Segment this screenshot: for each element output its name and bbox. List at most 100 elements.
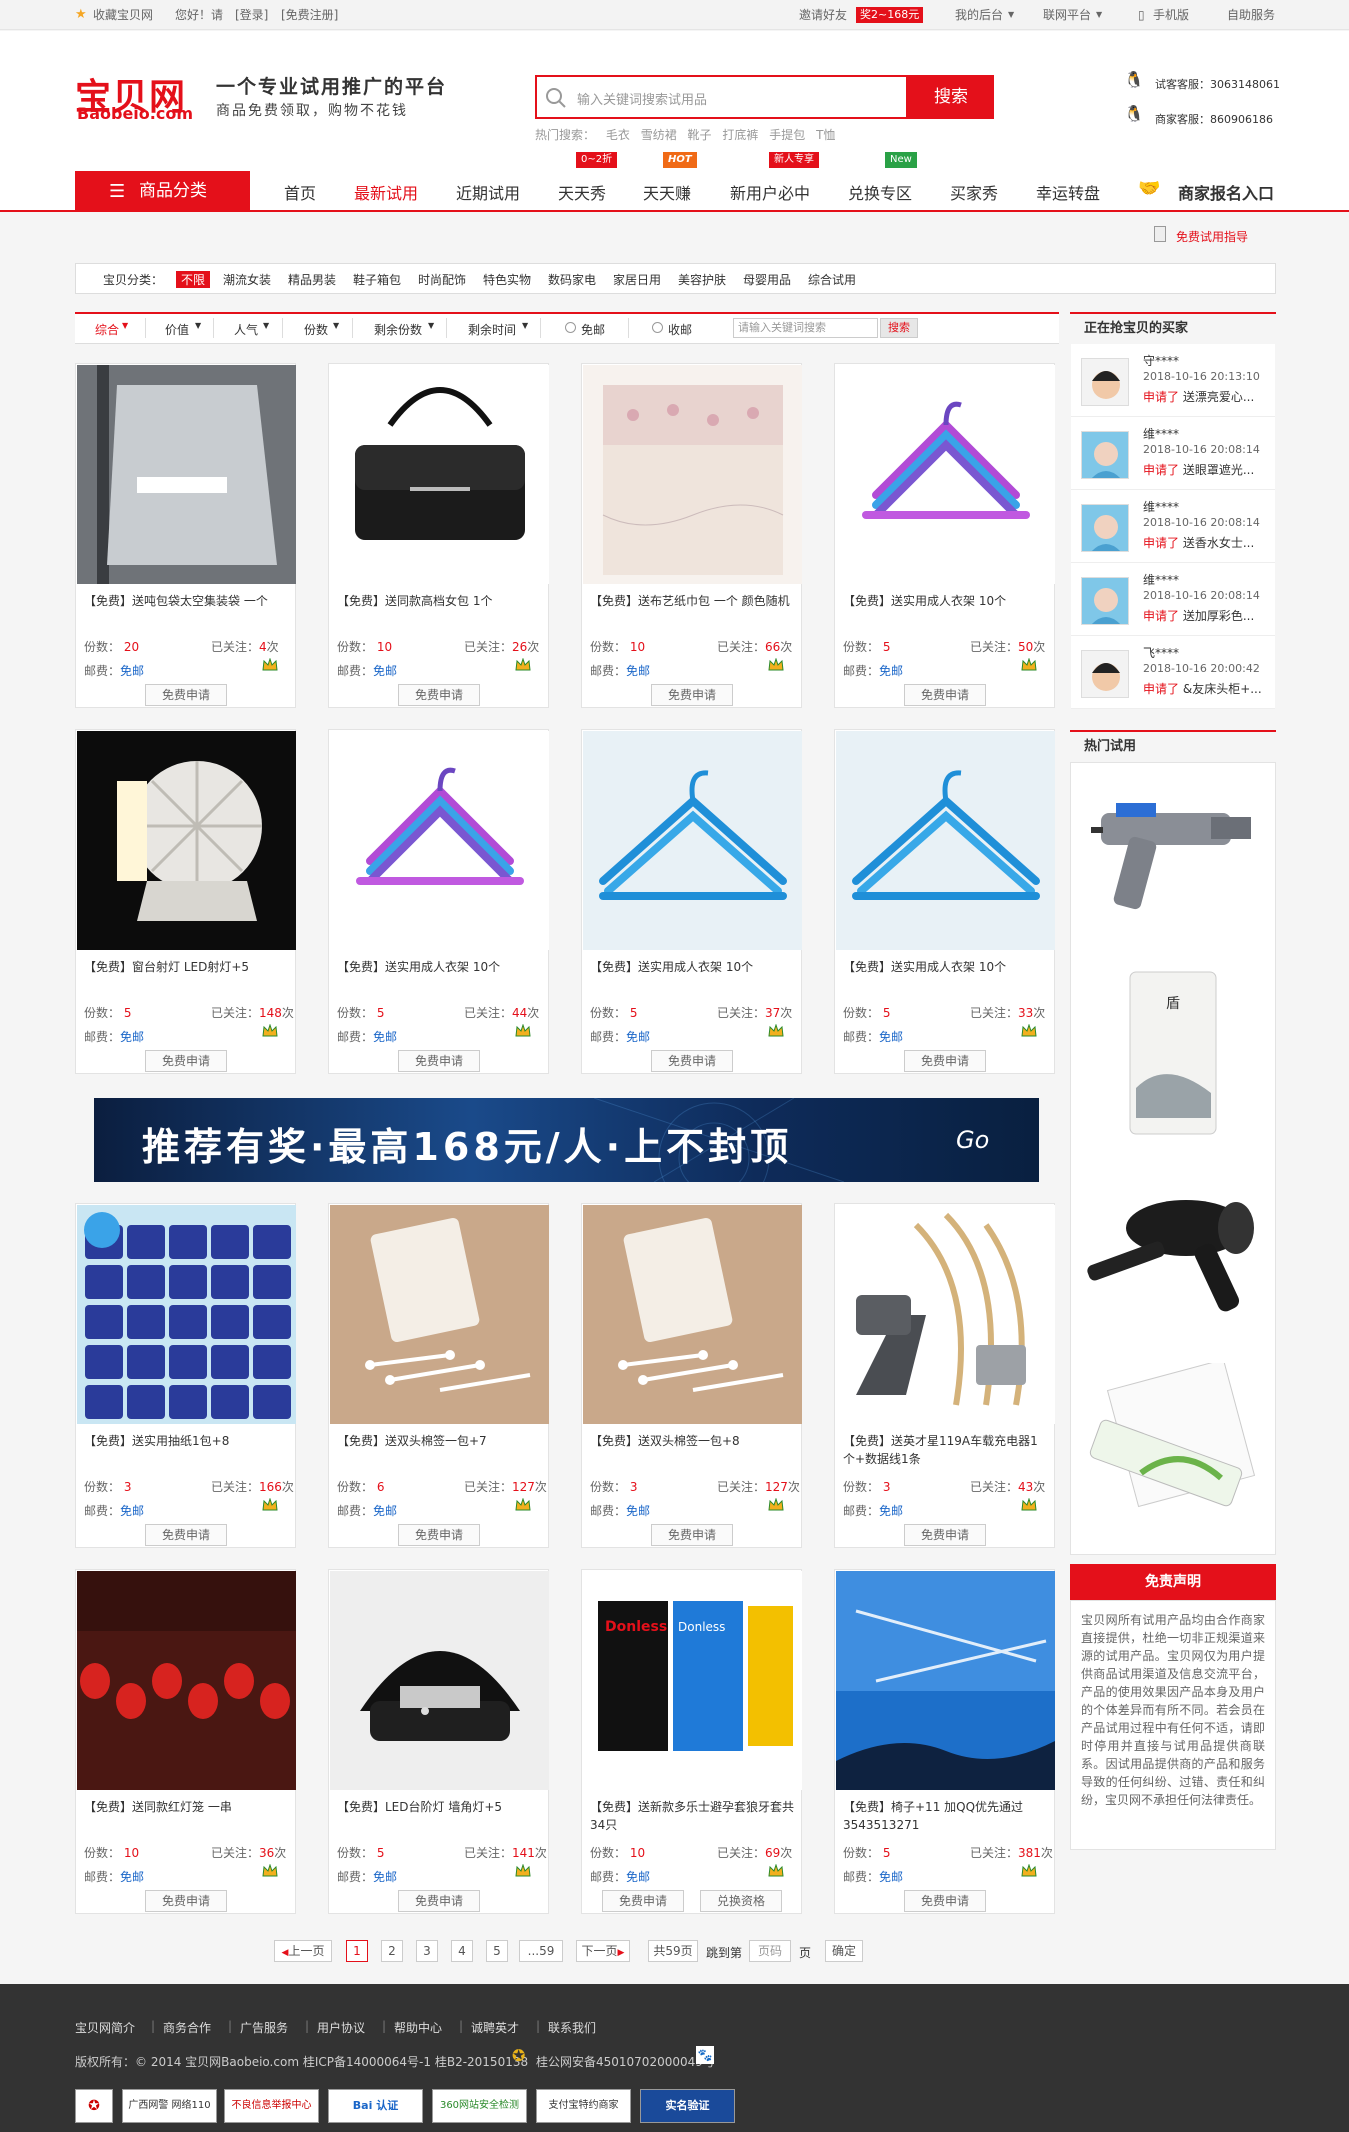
apply-button[interactable]: 免费申请 xyxy=(398,684,480,706)
footer-link[interactable]: 联系我们 xyxy=(548,2019,596,2036)
buyer-item[interactable]: 飞**** 2018-10-16 20:00:42 申请了 &友床头柜+... xyxy=(1071,636,1275,709)
register-link[interactable]: [免费注册] xyxy=(281,0,338,30)
sort-search-button[interactable]: 搜索 xyxy=(880,318,918,338)
badge-360[interactable]: 360网站安全检测 xyxy=(432,2089,527,2123)
hot-word[interactable]: 毛衣 xyxy=(606,128,630,142)
product-card[interactable]: 【免费】椅子+11 加QQ优先通过3543513271 份数： 5 已关注：381次… xyxy=(834,1569,1055,1914)
login-link[interactable]: [登录] xyxy=(235,0,268,30)
product-image[interactable] xyxy=(330,731,549,950)
product-title[interactable]: 【免费】送同款红灯笼 一串 xyxy=(84,1798,289,1834)
apply-button[interactable]: 免费申请 xyxy=(398,1890,480,1912)
product-card[interactable]: 【免费】送实用成人衣架 10个 份数： 5 已关注：50次 邮费：免邮 免费申请 xyxy=(834,363,1055,708)
category-item[interactable]: 时尚配饰 xyxy=(418,271,466,288)
favorite-link[interactable]: 收藏宝贝网 xyxy=(93,0,153,30)
category-item[interactable]: 鞋子箱包 xyxy=(353,271,401,288)
nav-home[interactable]: 首页 xyxy=(284,180,316,204)
toothpaste-image[interactable] xyxy=(1081,1363,1271,1543)
nav-daily-earn[interactable]: 天天赚 xyxy=(643,180,691,204)
page-last[interactable]: ...59 xyxy=(519,1940,563,1962)
apply-button[interactable]: 免费申请 xyxy=(904,1050,986,1072)
product-card[interactable]: 【免费】LED台阶灯 墙角灯+5 份数： 5 已关注：141次 邮费：免邮 免费申请 xyxy=(328,1569,549,1914)
apply-button[interactable]: 免费申请 xyxy=(398,1524,480,1546)
product-title[interactable]: 【免费】椅子+11 加QQ优先通过3543513271 xyxy=(843,1798,1048,1834)
product-title[interactable]: 【免费】LED台阶灯 墙角灯+5 xyxy=(337,1798,542,1834)
union-link[interactable]: 联网平台 xyxy=(1043,0,1091,30)
sort-remaining-count[interactable]: 剩余份数 xyxy=(374,321,422,338)
product-title[interactable]: 【免费】送布艺纸巾包 一个 颜色随机 xyxy=(590,592,795,628)
product-title[interactable]: 【免费】送吨包袋太空集装袋 一个 xyxy=(84,592,289,628)
product-title[interactable]: 【免费】送双头棉签一包+7 xyxy=(337,1432,542,1468)
banner-go[interactable]: Go xyxy=(956,1126,989,1154)
page-5[interactable]: 5 xyxy=(486,1940,508,1962)
product-image[interactable] xyxy=(77,365,296,584)
footer-link[interactable]: 商务合作 xyxy=(163,2019,211,2036)
apply-button[interactable]: 免费申请 xyxy=(651,684,733,706)
apply-button[interactable]: 免费申请 xyxy=(145,684,227,706)
product-title[interactable]: 【免费】送实用抽纸1包+8 xyxy=(84,1432,289,1468)
product-image[interactable] xyxy=(583,731,802,950)
category-item[interactable]: 美容护肤 xyxy=(678,271,726,288)
product-image[interactable] xyxy=(583,365,802,584)
product-image[interactable] xyxy=(836,1571,1055,1790)
logo-en[interactable]: Baobeio.com xyxy=(77,104,193,123)
footer-link[interactable]: 广告服务 xyxy=(240,2019,288,2036)
next-page-button[interactable]: 下一页▶ xyxy=(576,1940,630,1962)
service-merchant[interactable]: 商家客服：860906186 xyxy=(1155,111,1273,127)
product-title[interactable]: 【免费】送实用成人衣架 10个 xyxy=(843,958,1048,994)
hair-dryer-image[interactable] xyxy=(1076,1183,1276,1333)
page-2[interactable]: 2 xyxy=(381,1940,403,1962)
product-card[interactable]: 【免费】送吨包袋太空集装袋 一个 份数： 20 已关注：4次 邮费：免邮 免费申请 xyxy=(75,363,296,708)
nav-recent[interactable]: 近期试用 xyxy=(456,180,520,204)
product-card[interactable]: 【免费】送同款高档女包 1个 份数： 10 已关注：26次 邮费：免邮 免费申请 xyxy=(328,363,549,708)
product-card[interactable]: 【免费】送实用成人衣架 10个 份数： 5 已关注：37次 邮费：免邮 免费申请 xyxy=(581,729,802,1074)
self-service-link[interactable]: 自助服务 xyxy=(1227,0,1275,30)
apply-button[interactable]: 免费申请 xyxy=(904,1524,986,1546)
product-card[interactable]: 【免费】送实用成人衣架 10个 份数： 5 已关注：44次 邮费：免邮 免费申请 xyxy=(328,729,549,1074)
trial-guide-link[interactable]: 免费试用指导 xyxy=(1176,228,1248,245)
category-item[interactable]: 精品男装 xyxy=(288,271,336,288)
product-title[interactable]: 【免费】送英才星119A车载充电器1个+数据线1条 xyxy=(843,1432,1048,1468)
buyer-item[interactable]: 维**** 2018-10-16 20:08:14 申请了 送眼罩遮光... xyxy=(1071,417,1275,490)
product-card[interactable]: 【免费】送布艺纸巾包 一个 颜色随机 份数： 10 已关注：66次 邮费：免邮 免费申请 xyxy=(581,363,802,708)
apply-button[interactable]: 免费申请 xyxy=(145,1890,227,1912)
sort-remaining-time[interactable]: 剩余时间 xyxy=(468,321,516,338)
product-image[interactable] xyxy=(77,1205,296,1424)
rice-bag-image[interactable]: 盾 xyxy=(1126,968,1221,1138)
buyer-item[interactable]: 守**** 2018-10-16 20:13:10 申请了 送漂亮爱心... xyxy=(1071,344,1275,417)
nav-latest[interactable]: 最新试用 xyxy=(354,180,418,204)
product-image[interactable]: Donless Donless xyxy=(583,1571,802,1790)
product-image[interactable] xyxy=(77,731,296,950)
category-button[interactable]: ☰ 商品分类 xyxy=(75,171,250,212)
product-title[interactable]: 【免费】送同款高档女包 1个 xyxy=(337,592,542,628)
category-all[interactable]: 不限 xyxy=(176,271,211,288)
product-image[interactable] xyxy=(836,731,1055,950)
apply-button[interactable]: 免费申请 xyxy=(904,1890,986,1912)
badge-gx-police[interactable]: 广西网警 网络110 xyxy=(122,2089,217,2123)
product-image[interactable] xyxy=(77,1571,296,1790)
product-card[interactable]: 【免费】送实用抽纸1包+8 份数： 3 已关注：166次 邮费：免邮 免费申请 xyxy=(75,1203,296,1548)
category-item[interactable]: 综合试用 xyxy=(808,271,856,288)
product-card[interactable]: 【免费】送英才星119A车载充电器1个+数据线1条 份数： 3 已关注：43次 邮费：… xyxy=(834,1203,1055,1548)
product-card[interactable]: 【免费】送双头棉签一包+8 份数： 3 已关注：127次 邮费：免邮 免费申请 xyxy=(581,1203,802,1548)
footer-link[interactable]: 诚聘英才 xyxy=(471,2019,519,2036)
apply-button[interactable]: 免费申请 xyxy=(145,1524,227,1546)
category-item[interactable]: 特色实物 xyxy=(483,271,531,288)
page-4[interactable]: 4 xyxy=(451,1940,473,1962)
category-item[interactable]: 家居日用 xyxy=(613,271,661,288)
promo-banner[interactable]: 推荐有奖·最高168元/人·上不封顶 Go xyxy=(94,1098,1039,1182)
product-card[interactable]: 【免费】送同款红灯笼 一串 份数： 10 已关注：36次 邮费：免邮 免费申请 xyxy=(75,1569,296,1914)
service-buyer[interactable]: 试客客服：3063148061 xyxy=(1155,76,1280,92)
product-title[interactable]: 【免费】送实用成人衣架 10个 xyxy=(843,592,1048,628)
product-card[interactable]: 【免费】送实用成人衣架 10个 份数： 5 已关注：33次 邮费：免邮 免费申请 xyxy=(834,729,1055,1074)
product-image[interactable] xyxy=(836,365,1055,584)
confirm-button[interactable]: 确定 xyxy=(825,1940,863,1962)
page-input[interactable]: 页码 xyxy=(749,1940,791,1962)
page-1[interactable]: 1 xyxy=(346,1940,368,1962)
nav-daily-show[interactable]: 天天秀 xyxy=(558,180,606,204)
product-image[interactable] xyxy=(330,1205,549,1424)
nav-lucky-wheel[interactable]: 幸运转盘 xyxy=(1036,180,1100,204)
nav-exchange[interactable]: 兑换专区 xyxy=(848,180,912,204)
product-card[interactable]: 【免费】送双头棉签一包+7 份数： 6 已关注：127次 邮费：免邮 免费申请 xyxy=(328,1203,549,1548)
sort-value[interactable]: 价值 xyxy=(165,321,189,338)
hot-word[interactable]: 手提包 xyxy=(769,128,805,142)
